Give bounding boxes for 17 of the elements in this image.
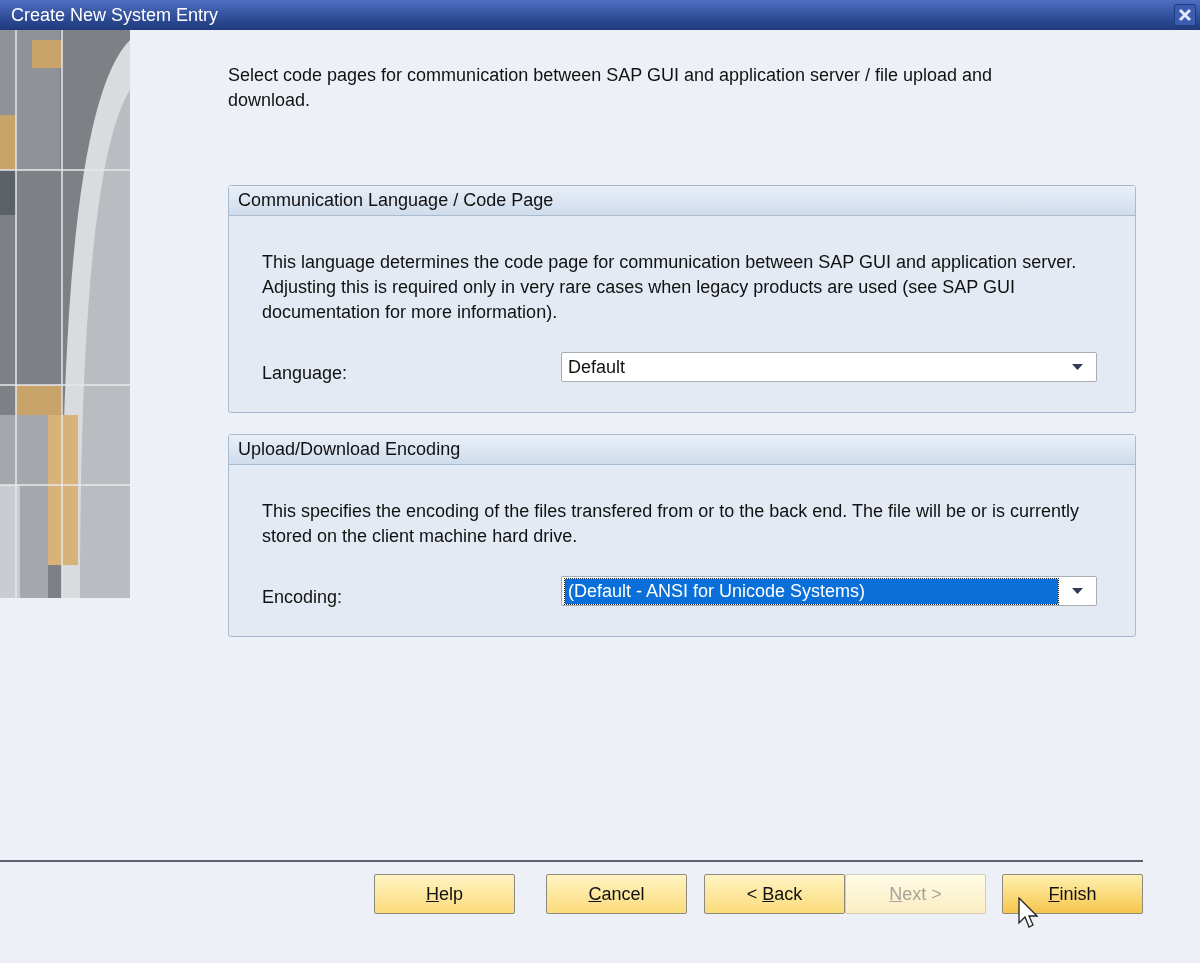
instruction-text: Select code pages for communication between SAP GUI and application server / file upload and download. — [228, 64, 994, 112]
dialog-button[interactable]: < Back — [704, 874, 845, 914]
caret-icon[interactable] — [1072, 588, 1083, 594]
dialog-button[interactable]: Cancel — [546, 874, 687, 914]
close-icon[interactable] — [1174, 4, 1196, 26]
description-text: This language determines the code page for communication between SAP GUI and application server. Adjusting this is required only in very rare cases when legacy products are used (see SAP GUI documentation for more information). — [262, 251, 1078, 324]
description-text: This specifies the encoding of the files transfered from or to the back end. The file will be or is currently stored on the client machine hard drive. — [262, 500, 1081, 548]
mouse-pointer-icon — [1018, 897, 1038, 929]
field-label: Language: — [262, 361, 349, 384]
dropdown[interactable]: (Default - ANSI for Unicode Systems) — [561, 576, 1097, 606]
window-title: Create New System Entry — [11, 4, 219, 26]
group-header: Upload/Download Encoding — [229, 435, 1135, 465]
caret-icon[interactable] — [1072, 364, 1083, 370]
dialog-button[interactable]: Help — [374, 874, 515, 914]
group-header: Communication Language / Code Page — [229, 186, 1135, 216]
dropdown[interactable]: Default — [561, 352, 1097, 382]
field-label: Encoding: — [262, 585, 344, 608]
